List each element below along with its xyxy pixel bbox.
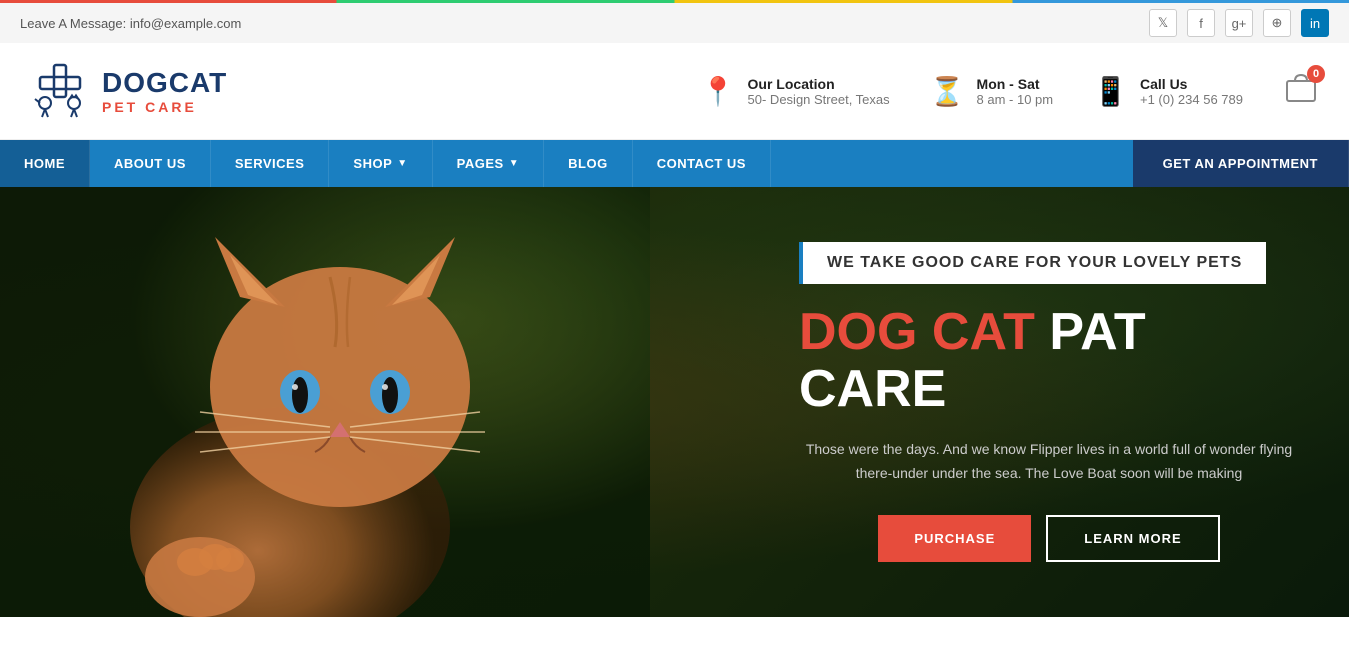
shop-dropdown-arrow: ▼ [397,158,407,169]
top-bar-message: Leave A Message: info@example.com [20,16,241,31]
nav-appointment[interactable]: GET AN APPOINTMENT [1133,140,1349,187]
hero-title: DOG CAT PAT CARE [799,304,1299,418]
brand-sub: PET CARE [102,99,227,115]
hours-value: 8 am - 10 pm [977,92,1054,107]
nav-contact[interactable]: CONTACT US [633,140,771,187]
pages-dropdown-arrow: ▼ [509,158,519,169]
header-info: 📍 Our Location 50- Design Street, Texas … [701,71,1319,112]
google-plus-icon[interactable]: g+ [1225,9,1253,37]
cart-badge: 0 [1307,65,1325,83]
hero-title-orange: DOG CAT [799,303,1035,361]
globe-icon[interactable]: ⊕ [1263,9,1291,37]
brand-name: DOGCAT [102,67,227,99]
hero-buttons: PURCHASE LEARN MORE [799,515,1299,562]
purchase-button[interactable]: PURCHASE [878,515,1031,562]
facebook-icon[interactable]: f [1187,9,1215,37]
hours-text: Mon - Sat 8 am - 10 pm [977,76,1054,107]
navbar: HOME ABOUT US SERVICES SHOP ▼ PAGES ▼ BL… [0,140,1349,187]
linkedin-icon[interactable]: in [1301,9,1329,37]
logo-icon [30,61,90,121]
nav-pages[interactable]: PAGES ▼ [433,140,544,187]
phone-text: Call Us +1 (0) 234 56 789 [1140,76,1243,107]
nav-services[interactable]: SERVICES [211,140,330,187]
phone-info: 📱 Call Us +1 (0) 234 56 789 [1093,75,1243,108]
hero-tag: WE TAKE GOOD CARE FOR YOUR LOVELY PETS [799,242,1266,284]
site-header: DOGCAT PET CARE 📍 Our Location 50- Desig… [0,43,1349,140]
nav-shop[interactable]: SHOP ▼ [329,140,432,187]
logo[interactable]: DOGCAT PET CARE [30,61,227,121]
location-info: 📍 Our Location 50- Design Street, Texas [701,75,890,108]
phone-label: Call Us [1140,76,1243,92]
hero-section: WE TAKE GOOD CARE FOR YOUR LOVELY PETS D… [0,187,1349,617]
hours-label: Mon - Sat [977,76,1054,92]
nav-about[interactable]: ABOUT US [90,140,211,187]
top-bar: Leave A Message: info@example.com 𝕏 f g+… [0,0,1349,43]
social-icons: 𝕏 f g+ ⊕ in [1149,9,1329,37]
hero-description: Those were the days. And we know Flipper… [799,438,1299,486]
learn-more-button[interactable]: LEARN MORE [1046,515,1219,562]
phone-value: +1 (0) 234 56 789 [1140,92,1243,107]
location-value: 50- Design Street, Texas [748,92,890,107]
location-label: Our Location [748,76,890,92]
twitter-icon[interactable]: 𝕏 [1149,9,1177,37]
nav-home[interactable]: HOME [0,140,90,187]
kitten-image [0,187,650,617]
location-icon: 📍 [701,75,736,108]
cart-button[interactable]: 0 [1283,71,1319,112]
hours-info: ⏳ Mon - Sat 8 am - 10 pm [930,75,1053,108]
hours-icon: ⏳ [930,75,965,108]
logo-text: DOGCAT PET CARE [102,67,227,115]
location-text: Our Location 50- Design Street, Texas [748,76,890,107]
nav-blog[interactable]: BLOG [544,140,633,187]
kitten-svg [0,187,650,617]
phone-icon: 📱 [1093,75,1128,108]
hero-content: WE TAKE GOOD CARE FOR YOUR LOVELY PETS D… [799,242,1299,563]
